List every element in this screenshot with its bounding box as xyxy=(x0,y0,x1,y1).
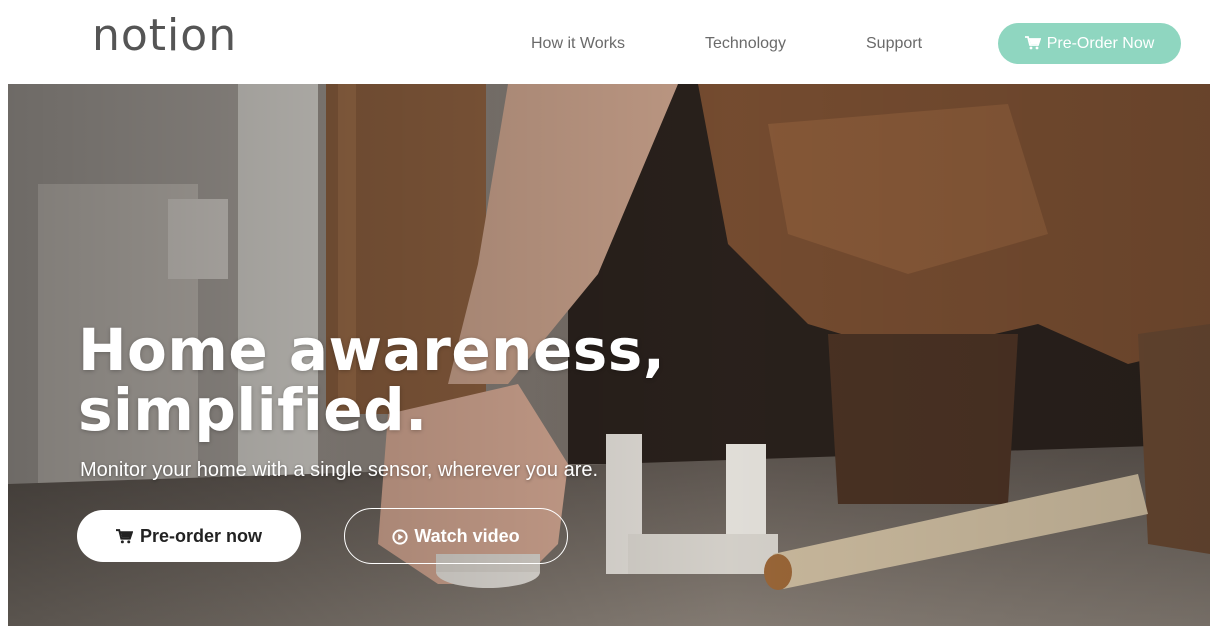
hero-subtitle: Monitor your home with a single sensor, … xyxy=(80,459,599,481)
cart-icon xyxy=(1024,35,1041,53)
hero-title-line-2: simplified. xyxy=(78,376,428,444)
hero-preorder-label: Pre-order now xyxy=(139,525,263,546)
cart-icon xyxy=(115,526,133,547)
play-circle-icon xyxy=(392,526,408,547)
hero-preorder-button[interactable]: Pre-order now xyxy=(77,510,301,562)
nav-support[interactable]: Support xyxy=(866,34,922,54)
header-preorder-label: Pre-Order Now xyxy=(1046,34,1155,52)
nav-technology[interactable]: Technology xyxy=(705,34,786,54)
hero-title: Home awareness, simplified. xyxy=(78,320,778,440)
site-header: notion How it Works Technology Support P… xyxy=(0,0,1210,84)
page: notion How it Works Technology Support P… xyxy=(0,0,1210,626)
watch-video-button[interactable]: Watch video xyxy=(344,508,568,564)
hero-title-line-1: Home awareness, xyxy=(78,316,666,384)
header-preorder-button[interactable]: Pre-Order Now xyxy=(998,23,1181,64)
nav-how-it-works[interactable]: How it Works xyxy=(531,34,625,54)
watch-video-label: Watch video xyxy=(414,525,520,546)
hero-section: Home awareness, simplified. Monitor your… xyxy=(8,84,1210,626)
brand-logo[interactable]: notion xyxy=(92,6,237,66)
